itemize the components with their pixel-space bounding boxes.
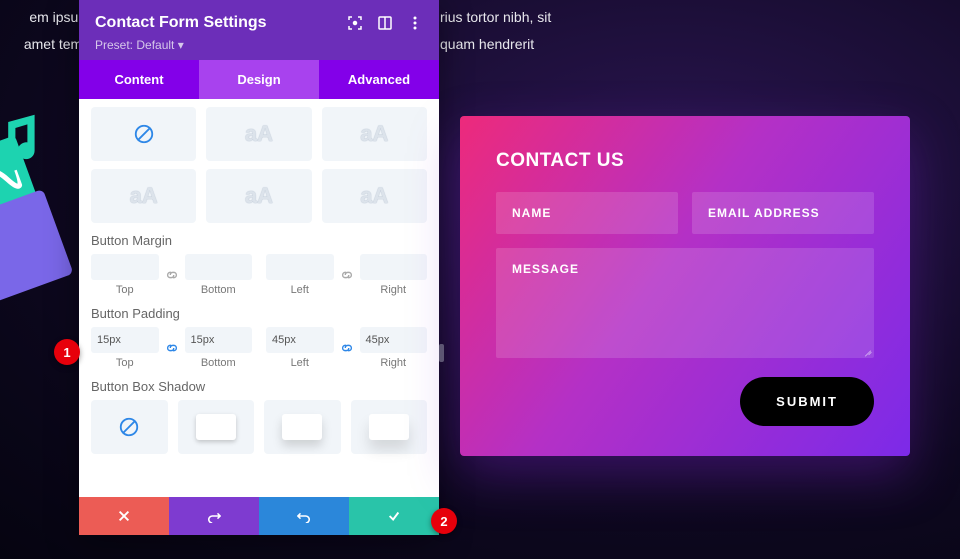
responsive-icon[interactable]: [377, 15, 393, 31]
style-swatch[interactable]: aA: [206, 107, 311, 161]
tab-advanced[interactable]: Advanced: [319, 60, 439, 99]
padding-bottom-input[interactable]: 15px: [185, 327, 253, 353]
contact-title: CONTACT US: [496, 150, 874, 172]
shadow-swatch[interactable]: [178, 400, 255, 454]
aa-label: aA: [360, 121, 388, 147]
more-icon[interactable]: [407, 15, 423, 31]
save-button[interactable]: [349, 497, 439, 535]
annotation-badge-2: 2: [431, 508, 457, 534]
panel-header: Contact Form Settings Preset: Default ▾: [79, 0, 439, 60]
name-field[interactable]: NAME: [496, 192, 678, 234]
tab-content[interactable]: Content: [79, 60, 199, 99]
resize-handle-icon[interactable]: [862, 346, 872, 356]
label-right: Right: [360, 357, 428, 369]
margin-right-input[interactable]: [360, 254, 428, 280]
scan-icon[interactable]: [347, 15, 363, 31]
contact-form-preview: CONTACT US NAME EMAIL ADDRESS MESSAGE SU…: [460, 116, 910, 456]
aa-label: aA: [360, 183, 388, 209]
section-box-shadow: Button Box Shadow: [91, 379, 427, 394]
label-top: Top: [91, 357, 159, 369]
panel-body[interactable]: aA aA aA aA aA Button Margin Top Bottom …: [79, 99, 439, 497]
margin-top-input[interactable]: [91, 254, 159, 280]
email-field[interactable]: EMAIL ADDRESS: [692, 192, 874, 234]
margin-bottom-input[interactable]: [185, 254, 253, 280]
message-field[interactable]: MESSAGE: [496, 248, 874, 358]
style-swatch[interactable]: aA: [322, 169, 427, 223]
preset-dropdown[interactable]: Preset: Default ▾: [95, 38, 423, 52]
label-top: Top: [91, 284, 159, 296]
aa-label: aA: [130, 183, 158, 209]
link-icon[interactable]: [340, 268, 354, 282]
label-bottom: Bottom: [185, 357, 253, 369]
undo-button[interactable]: [169, 497, 259, 535]
footer-buttons: [79, 497, 439, 535]
settings-panel: Contact Form Settings Preset: Default ▾ …: [79, 0, 439, 535]
drag-handle[interactable]: [439, 344, 444, 362]
cancel-button[interactable]: [79, 497, 169, 535]
panel-title: Contact Form Settings: [95, 14, 267, 32]
style-swatch[interactable]: aA: [91, 169, 196, 223]
link-icon[interactable]: [165, 268, 179, 282]
background-text-right: rius tortor nibh, sit quam hendrerit: [440, 4, 590, 57]
padding-top-input[interactable]: 15px: [91, 327, 159, 353]
shadow-swatch[interactable]: [351, 400, 428, 454]
background-text-left: em ipsum amet temp: [0, 4, 90, 57]
padding-left-input[interactable]: 45px: [266, 327, 334, 353]
aa-label: aA: [245, 183, 273, 209]
label-bottom: Bottom: [185, 284, 253, 296]
style-swatch[interactable]: aA: [206, 169, 311, 223]
shadow-swatch[interactable]: [264, 400, 341, 454]
label-right: Right: [360, 284, 428, 296]
panel-tabs: Content Design Advanced: [79, 60, 439, 99]
link-icon[interactable]: [165, 341, 179, 355]
link-icon[interactable]: [340, 341, 354, 355]
submit-button[interactable]: SUBMIT: [740, 377, 874, 426]
message-label: MESSAGE: [512, 262, 579, 276]
aa-label: aA: [245, 121, 273, 147]
style-swatch[interactable]: aA: [322, 107, 427, 161]
style-swatch-none[interactable]: [91, 107, 196, 161]
margin-left-input[interactable]: [266, 254, 334, 280]
shadow-swatch-none[interactable]: [91, 400, 168, 454]
padding-right-input[interactable]: 45px: [360, 327, 428, 353]
annotation-badge-1: 1: [54, 339, 80, 365]
section-button-padding: Button Padding: [91, 306, 427, 321]
tab-design[interactable]: Design: [199, 60, 319, 99]
redo-button[interactable]: [259, 497, 349, 535]
label-left: Left: [266, 357, 334, 369]
label-left: Left: [266, 284, 334, 296]
section-button-margin: Button Margin: [91, 233, 427, 248]
